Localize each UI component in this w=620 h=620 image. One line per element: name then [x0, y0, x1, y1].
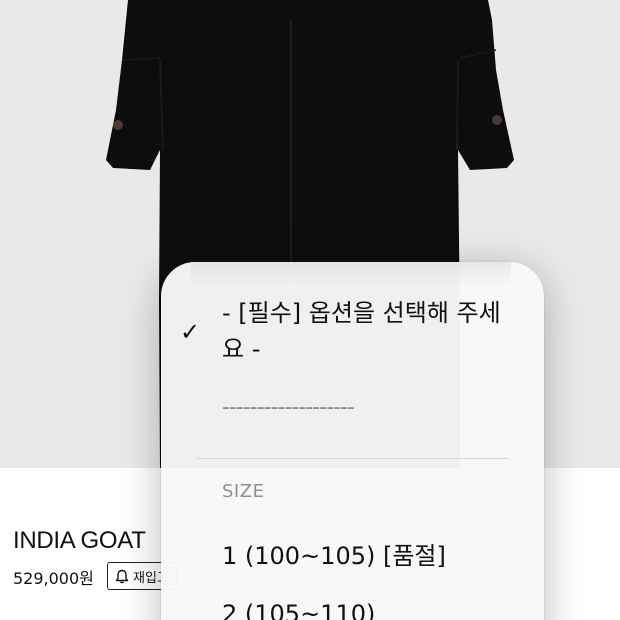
picker-top-shade [191, 262, 511, 286]
picker-option-size-2[interactable]: 2 (105~110) [222, 600, 375, 620]
picker-option-size-1[interactable]: 1 (100~105) [품절] [222, 536, 446, 571]
option-picker[interactable]: ✓ - [필수] 옵션을 선택해 주세요 - -----------------… [161, 262, 544, 620]
picker-group-size: SIZE [222, 481, 265, 502]
product-name: INDIA GOAT [13, 527, 146, 554]
picker-divider [197, 458, 509, 459]
product-price: 529,000원 [13, 569, 94, 588]
checkmark-icon: ✓ [180, 318, 201, 346]
picker-option-placeholder[interactable]: - [필수] 옵션을 선택해 주세요 - [222, 295, 512, 367]
bell-icon [115, 569, 129, 583]
picker-option-separator[interactable]: ------------------- [222, 395, 355, 420]
